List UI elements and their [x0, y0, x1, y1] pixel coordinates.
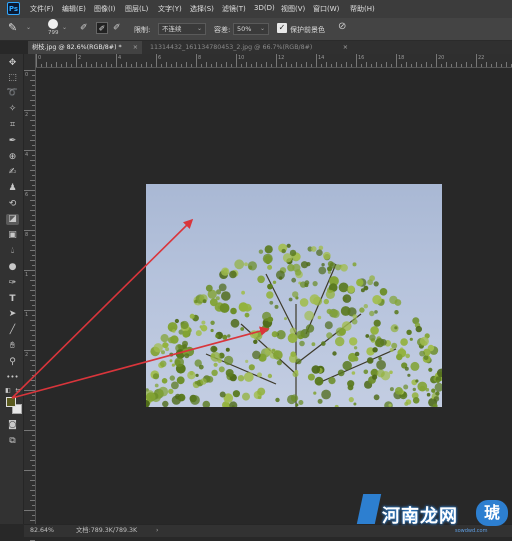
- site-watermark: 河南龙网 琥 sowdwd.com: [356, 488, 512, 537]
- annotation-arrow-to-sky: [11, 218, 194, 399]
- watermark-url: sowdwd.com: [455, 528, 488, 534]
- watermark-logo-icon: [356, 494, 382, 524]
- document-size-info: 文档:789.3K/789.3K: [76, 527, 138, 534]
- watermark-tag: 琥: [476, 500, 508, 526]
- watermark-text: 河南龙网: [382, 506, 458, 527]
- annotation-arrow-to-tree: [11, 326, 270, 399]
- annotation-overlay: [11, 218, 270, 399]
- zoom-level: 82.64%: [30, 527, 55, 534]
- status-menu-chevron-icon[interactable]: ›: [156, 525, 159, 537]
